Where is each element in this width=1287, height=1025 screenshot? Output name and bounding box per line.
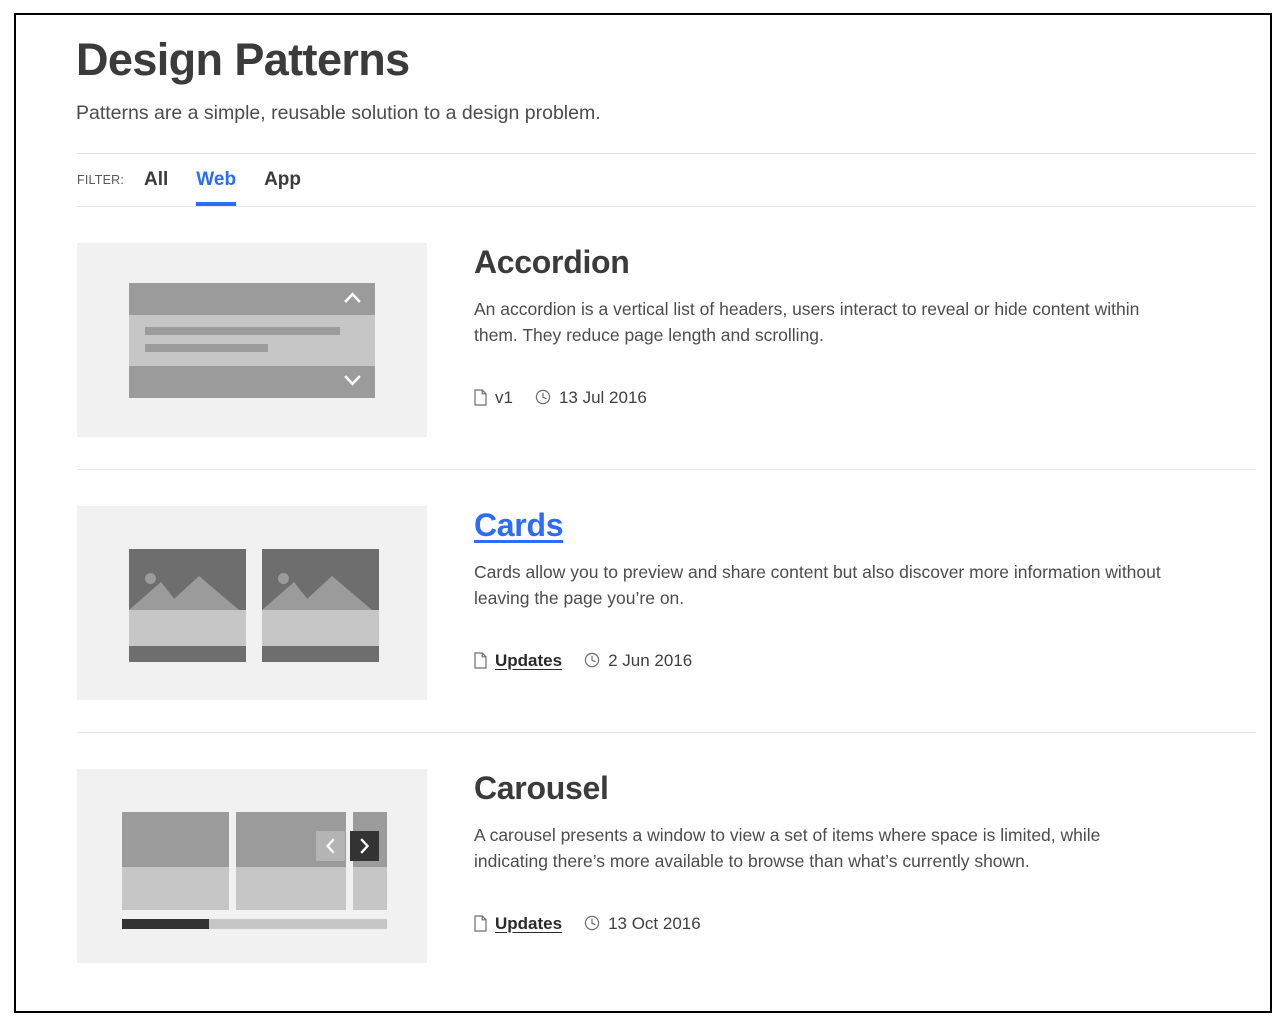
accordion-thumbnail (77, 243, 427, 438)
filter-tab-all[interactable]: All (144, 170, 168, 191)
meta-date: 2 Jun 2016 (584, 652, 692, 669)
clock-icon (584, 652, 600, 668)
accordion-wireframe (129, 283, 375, 399)
pattern-title-cards[interactable]: Cards (474, 508, 564, 544)
carousel-panel-body (236, 867, 346, 911)
pattern-item-accordion[interactable]: Accordion An accordion is a vertical lis… (77, 207, 1256, 471)
meta-date: 13 Jul 2016 (535, 389, 647, 406)
mini-card (262, 549, 379, 663)
meta-version-link[interactable]: Updates (495, 652, 562, 669)
carousel-panel-body (122, 867, 229, 911)
pattern-title-accordion: Accordion (474, 244, 630, 281)
page-frame: Design Patterns Patterns are a simple, r… (14, 13, 1272, 1013)
pattern-list: Accordion An accordion is a vertical lis… (77, 207, 1256, 995)
carousel-panels (122, 812, 387, 911)
meta-date-text: 13 Oct 2016 (608, 913, 701, 933)
page-title: Design Patterns (76, 34, 410, 85)
carousel-panel (122, 812, 229, 911)
page-header: Design Patterns Patterns are a simple, r… (16, 15, 1270, 126)
pattern-description: A carousel presents a window to view a s… (474, 825, 1101, 871)
pattern-meta: Updates 2 Jun 2016 (474, 652, 1256, 669)
pattern-item-cards[interactable]: Cards Cards allow you to preview and sha… (77, 470, 1256, 734)
pattern-title-carousel: Carousel (474, 770, 609, 807)
filter-tab-app[interactable]: App (264, 170, 301, 191)
document-icon (474, 389, 487, 406)
document-icon (474, 652, 487, 669)
carousel-scroll-thumb[interactable] (122, 919, 210, 930)
clock-icon (535, 389, 551, 405)
chevron-left-icon (326, 838, 335, 854)
mini-card-footer (129, 646, 246, 663)
meta-version: Updates (474, 652, 562, 669)
accordion-text-line (145, 344, 268, 353)
pattern-body: Carousel A carousel presents a window to… (427, 769, 1256, 932)
accordion-text-line (145, 327, 340, 336)
chevron-down-icon (344, 374, 361, 390)
pattern-body: Cards Cards allow you to preview and sha… (427, 506, 1256, 669)
carousel-panel (236, 812, 346, 911)
filter-bar: FILTER: All Web App (77, 153, 1256, 208)
carousel-scroll-track[interactable] (122, 919, 387, 930)
filter-label: FILTER: (77, 173, 125, 188)
clock-icon (584, 915, 600, 931)
meta-date-text: 13 Jul 2016 (558, 387, 647, 407)
mini-card (129, 549, 246, 663)
carousel-panel-body (353, 867, 387, 911)
pattern-meta: Updates 13 Oct 2016 (474, 915, 1256, 932)
chevron-right-icon (360, 838, 370, 855)
pattern-description: Cards allow you to preview and share con… (474, 562, 1161, 608)
cards-thumbnail (77, 506, 427, 701)
chevron-up-icon (344, 291, 361, 307)
mountain-icon (262, 576, 372, 611)
accordion-header-bar-top (129, 283, 375, 316)
meta-version-text: v1 (495, 387, 513, 407)
accordion-header-bar-bottom (129, 366, 375, 399)
filter-tab-web[interactable]: Web (196, 170, 236, 206)
meta-date: 13 Oct 2016 (584, 915, 701, 932)
carousel-prev-button[interactable] (316, 831, 345, 862)
mini-card-body (129, 610, 246, 647)
carousel-panel (353, 812, 387, 911)
mini-card-image (129, 549, 246, 611)
meta-version: v1 (474, 389, 513, 406)
carousel-wireframe (122, 812, 387, 930)
carousel-thumbnail (77, 769, 427, 964)
carousel-next-button[interactable] (350, 831, 379, 862)
mini-card-footer (262, 646, 379, 663)
mini-card-body (262, 610, 379, 647)
meta-version-link[interactable]: Updates (495, 915, 562, 932)
page-subtitle: Patterns are a simple, reusable solution… (76, 102, 601, 125)
carousel-panel-image (122, 812, 229, 868)
pattern-body: Accordion An accordion is a vertical lis… (427, 243, 1256, 406)
mountain-icon (129, 576, 239, 611)
meta-date-text: 2 Jun 2016 (608, 650, 693, 670)
accordion-content-panel (129, 315, 375, 367)
meta-version: Updates (474, 915, 562, 932)
document-icon (474, 915, 487, 932)
pattern-meta: v1 13 Jul 2016 (474, 389, 1256, 406)
pattern-description: An accordion is a vertical list of heade… (474, 299, 1140, 345)
pattern-item-carousel[interactable]: Carousel A carousel presents a window to… (77, 733, 1256, 995)
cards-wireframe (129, 549, 379, 663)
mini-card-image (262, 549, 379, 611)
